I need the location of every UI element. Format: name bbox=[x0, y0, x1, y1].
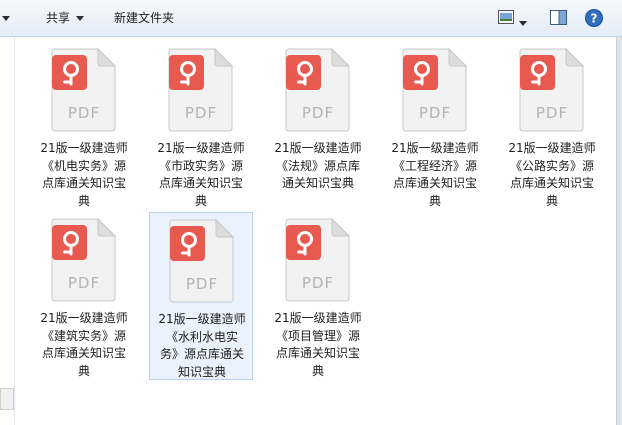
file-name-line: 21版一级建造师 bbox=[274, 311, 362, 325]
svg-text:PDF: PDF bbox=[419, 104, 451, 122]
file-item[interactable]: PDF 21版一级建造师 《公路实务》源 点库通关知识宝典 bbox=[500, 42, 604, 210]
preview-pane-icon[interactable] bbox=[550, 10, 567, 28]
file-item[interactable]: PDF 21版一级建造师 《工程经济》源 点库通关知识宝典 bbox=[383, 42, 487, 210]
file-name-line: 知识宝典 bbox=[177, 364, 226, 379]
svg-text:PDF: PDF bbox=[302, 274, 334, 292]
pdf-document-icon: PDF bbox=[50, 217, 117, 302]
file-name-line: 通关知识宝典 bbox=[281, 176, 354, 190]
svg-text:PDF: PDF bbox=[186, 275, 218, 293]
file-name-line: 《建筑实务》源 bbox=[41, 328, 126, 343]
file-item[interactable]: PDF 21版一级建造师 《法规》源点库 通关知识宝典 bbox=[266, 42, 370, 210]
file-name-line: 典 bbox=[77, 363, 90, 378]
file-name-line: 《法规》源点库 bbox=[275, 158, 360, 173]
file-name-line: 21版一级建造师 bbox=[158, 312, 246, 326]
chevron-down-icon bbox=[76, 16, 85, 21]
pdf-document-icon: PDF bbox=[167, 47, 234, 132]
file-name-label: 21版一级建造师 《市政实务》源 点库通关知识宝典 bbox=[149, 140, 253, 210]
file-name-label: 21版一级建造师 《机电实务》源 点库通关知识宝典 bbox=[32, 140, 136, 210]
file-name-line: 《市政实务》源 bbox=[158, 158, 243, 173]
file-item[interactable]: PDF 21版一级建造师 《水利水电实 务》源点库通关 知识宝典 bbox=[149, 212, 253, 380]
pdf-document-icon: PDF bbox=[518, 47, 585, 132]
file-name-label: 21版一级建造师 《公路实务》源 点库通关知识宝典 bbox=[500, 140, 604, 210]
file-name-label: 21版一级建造师 《法规》源点库 通关知识宝典 bbox=[266, 140, 370, 193]
file-name-line: 典 bbox=[77, 193, 90, 208]
file-name-line: 21版一级建造师 bbox=[274, 141, 362, 155]
new-folder-button[interactable]: 新建文件夹 bbox=[114, 0, 174, 37]
file-name-line: 典 bbox=[311, 363, 324, 378]
view-dropdown-caret[interactable] bbox=[519, 16, 527, 30]
file-name-line: 点库通关知识宝 bbox=[158, 176, 243, 190]
share-button-label: 共享 bbox=[46, 11, 71, 25]
file-name-label: 21版一级建造师 《项目管理》源 点库通关知识宝典 bbox=[266, 310, 370, 380]
file-name-line: 21版一级建造师 bbox=[508, 141, 596, 155]
help-icon[interactable]: ? bbox=[585, 9, 603, 30]
file-name-line: 21版一级建造师 bbox=[40, 141, 128, 155]
file-name-line: 《机电实务》源 bbox=[41, 158, 126, 173]
file-name-line: 《水利水电实 bbox=[165, 329, 238, 344]
file-name-line: 21版一级建造师 bbox=[40, 311, 128, 325]
file-item[interactable]: PDF 21版一级建造师 《项目管理》源 点库通关知识宝典 bbox=[266, 212, 370, 380]
pdf-document-icon: PDF bbox=[284, 47, 351, 132]
navigation-pane-edge bbox=[0, 37, 15, 425]
file-name-line: 点库通关知识宝 bbox=[41, 176, 126, 190]
svg-text:?: ? bbox=[591, 12, 598, 26]
svg-text:PDF: PDF bbox=[185, 104, 217, 122]
file-name-line: 典 bbox=[428, 193, 441, 208]
file-name-line: 典 bbox=[194, 193, 207, 208]
new-folder-label: 新建文件夹 bbox=[114, 11, 175, 25]
file-name-line: 21版一级建造师 bbox=[157, 141, 245, 155]
file-name-line: 21版一级建造师 bbox=[391, 141, 479, 155]
file-item[interactable]: PDF 21版一级建造师 《机电实务》源 点库通关知识宝典 bbox=[32, 42, 136, 210]
svg-text:PDF: PDF bbox=[302, 104, 334, 122]
file-name-line: 点库通关知识宝 bbox=[275, 346, 360, 360]
file-name-line: 务》源点库通关 bbox=[159, 347, 244, 361]
file-item[interactable]: PDF 21版一级建造师 《建筑实务》源 点库通关知识宝典 bbox=[32, 212, 136, 380]
pdf-document-icon: PDF bbox=[50, 47, 117, 132]
file-name-line: 《工程经济》源 bbox=[392, 158, 477, 173]
pdf-document-icon: PDF bbox=[168, 218, 235, 303]
file-name-line: 《公路实务》源 bbox=[509, 158, 594, 173]
organize-dropdown-caret[interactable] bbox=[0, 0, 16, 37]
pdf-document-icon: PDF bbox=[401, 47, 468, 132]
command-bar: 共享 新建文件夹 ? bbox=[0, 0, 622, 37]
file-item[interactable]: PDF 21版一级建造师 《市政实务》源 点库通关知识宝典 bbox=[149, 42, 253, 210]
svg-text:PDF: PDF bbox=[68, 104, 100, 122]
svg-text:PDF: PDF bbox=[68, 274, 100, 292]
vertical-scrollbar[interactable] bbox=[616, 37, 622, 425]
pdf-document-icon: PDF bbox=[284, 217, 351, 302]
file-name-line: 点库通关知识宝 bbox=[41, 346, 126, 360]
navigation-pane-scrollbar[interactable] bbox=[0, 388, 14, 410]
svg-text:PDF: PDF bbox=[536, 104, 568, 122]
file-name-line: 典 bbox=[545, 193, 558, 208]
file-name-label: 21版一级建造师 《水利水电实 务》源点库通关 知识宝典 bbox=[150, 311, 254, 381]
file-name-line: 点库通关知识宝 bbox=[392, 176, 477, 190]
file-name-line: 《项目管理》源 bbox=[275, 328, 360, 343]
file-name-line: 点库通关知识宝 bbox=[509, 176, 594, 190]
file-name-label: 21版一级建造师 《工程经济》源 点库通关知识宝典 bbox=[383, 140, 487, 210]
file-name-label: 21版一级建造师 《建筑实务》源 点库通关知识宝典 bbox=[32, 310, 136, 380]
view-options-icon[interactable] bbox=[498, 10, 514, 27]
share-button[interactable]: 共享 bbox=[46, 0, 85, 37]
